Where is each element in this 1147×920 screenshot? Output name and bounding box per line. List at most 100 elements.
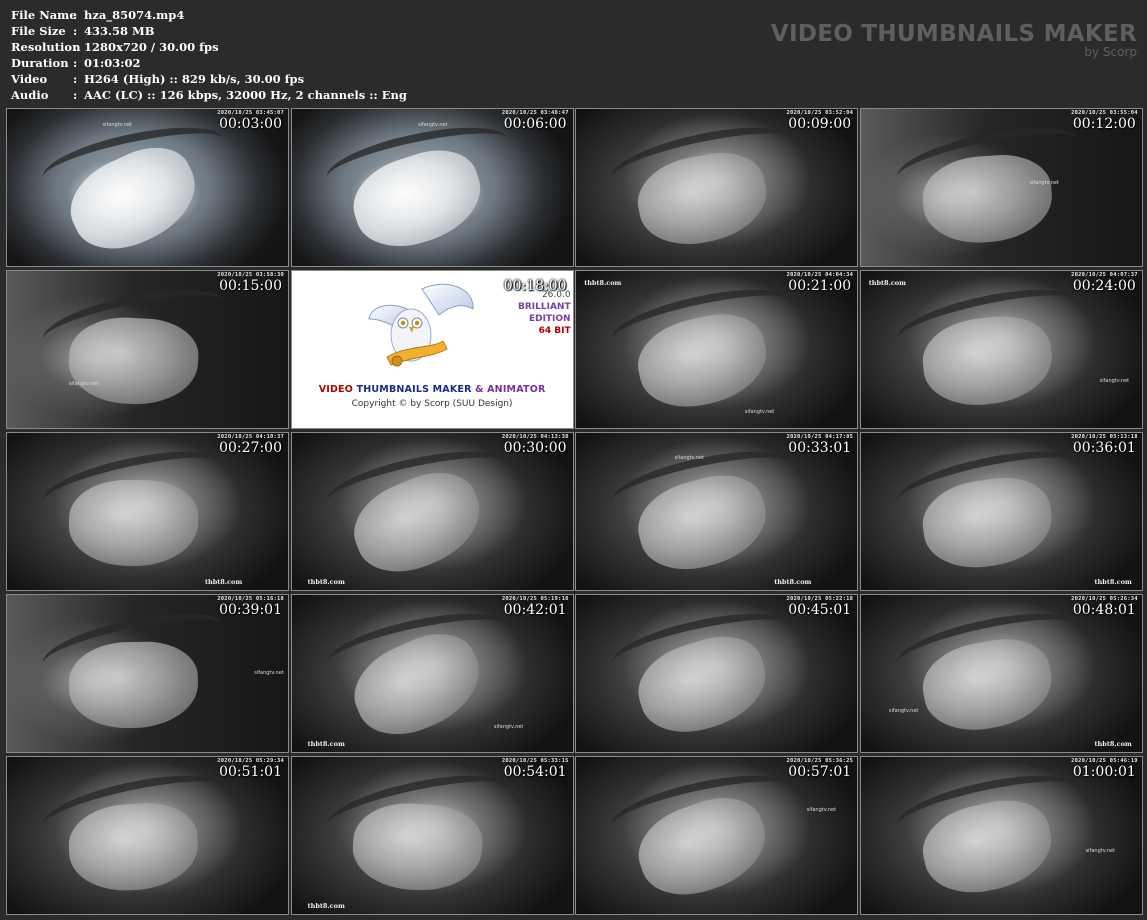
- frame-site-mark: thbt8.com: [307, 902, 345, 910]
- frame-image: [860, 757, 1142, 914]
- frame-watermark: sifangtv.net: [806, 807, 837, 814]
- bed-shape: [350, 799, 486, 895]
- frame-timecode: 00:21:00: [788, 278, 852, 294]
- thumbnail-12[interactable]: 2020/10/25 05:13:18 thbt8.com 00:36:01: [859, 432, 1143, 591]
- thumbnail-11[interactable]: 2020/10/25 04:17:05 sifangtv.net thbt8.c…: [575, 432, 859, 591]
- thumbnail-5[interactable]: 2020/10/25 03:58:30 sifangtv.net 00:15:0…: [6, 270, 289, 429]
- frame-timecode: 00:42:01: [503, 602, 567, 618]
- frame-watermark: sifangtv.net: [674, 454, 705, 461]
- frame-site-mark: thbt8.com: [774, 578, 812, 586]
- promo-app-word-1: VIDEO: [318, 384, 354, 395]
- info-label: Audio: [11, 88, 49, 102]
- thumbnail-2[interactable]: 2020/10/25 03:48:47 sifangtv.net 00:06:0…: [290, 108, 574, 267]
- frame-timecode: 00:06:00: [503, 116, 567, 132]
- info-colon: :: [73, 40, 78, 54]
- thumbnail-3[interactable]: 2020/10/25 03:52:04 00:09:00: [575, 108, 859, 267]
- frame-image: [7, 433, 288, 590]
- frame-timecode: 00:33:01: [788, 440, 852, 456]
- frame-image: [576, 757, 858, 914]
- promo-version-block: 26.0.0 BRILLIANT EDITION 64 BIT: [518, 289, 571, 337]
- info-row-filename: File Name : hza_85074.mp4: [11, 7, 407, 23]
- frame-site-mark: thbt8.com: [1094, 578, 1132, 586]
- frame-site-mark: thbt8.com: [584, 279, 622, 287]
- frame-image: [7, 757, 288, 914]
- frame-watermark: sifangtv.net: [744, 409, 775, 416]
- frame-watermark: sifangtv.net: [493, 723, 524, 730]
- sheet-header: File Name : hza_85074.mp4 File Size : 43…: [0, 0, 1147, 108]
- bed-shape: [66, 800, 201, 894]
- frame-image: [7, 271, 288, 428]
- info-row-resolution: Resolution : 1280x720 / 30.00 fps: [11, 39, 407, 55]
- info-colon: :: [73, 88, 78, 102]
- file-info: File Name : hza_85074.mp4 File Size : 43…: [11, 7, 407, 103]
- frame-site-mark: thbt8.com: [868, 279, 907, 287]
- frame-timecode: 00:27:00: [219, 440, 282, 456]
- thumbnail-1[interactable]: 2020/10/25 03:45:07 sifangtv.net 00:03:0…: [6, 108, 289, 267]
- thumbnail-17[interactable]: 2020/10/25 05:29:34 00:51:01: [6, 756, 289, 915]
- promo-edition-1: BRILLIANT: [518, 302, 571, 312]
- thumbnail-10[interactable]: 2020/10/25 04:13:38 thbt8.com 00:30:00: [290, 432, 574, 591]
- info-row-video: Video : H264 (High) :: 829 kb/s, 30.00 f…: [11, 71, 407, 87]
- frame-timecode: 00:24:00: [1072, 278, 1136, 294]
- frame-timecode: 00:15:00: [219, 278, 282, 294]
- brand-title: VIDEO THUMBNAILS MAKER: [770, 21, 1137, 47]
- frame-watermark: sifangtv.net: [1029, 179, 1059, 186]
- promo-thumbnail[interactable]: 26.0.0 BRILLIANT EDITION 64 BIT VIDEO TH…: [290, 270, 574, 429]
- frame-timecode: 00:39:01: [219, 602, 282, 618]
- frame-site-mark: thbt8.com: [1094, 740, 1132, 748]
- frame-watermark: sifangtv.net: [1085, 848, 1116, 855]
- frame-site-mark: thbt8.com: [307, 578, 345, 586]
- thumbnail-20[interactable]: 2020/10/25 05:46:19 sifangtv.net 01:00:0…: [859, 756, 1143, 915]
- promo-app-word-2: THUMBNAILS MAKER: [356, 384, 472, 395]
- frame-watermark: sifangtv.net: [254, 670, 284, 677]
- thumbnail-9[interactable]: 2020/10/25 04:10:37 thbt8.com 00:27:00: [6, 432, 289, 591]
- thumbnail-8[interactable]: 2020/10/25 04:07:37 sifangtv.net thbt8.c…: [859, 270, 1143, 429]
- frame-timecode: 00:30:00: [503, 440, 567, 456]
- frame-site-mark: thbt8.com: [307, 740, 345, 748]
- promo-edition-2: EDITION: [528, 314, 571, 324]
- frame-watermark: sifangtv.net: [102, 121, 133, 128]
- frame-image: [860, 433, 1142, 590]
- info-value: AAC (LC) :: 126 kbps, 32000 Hz, 2 channe…: [84, 88, 407, 102]
- owl-logo-icon: [368, 283, 474, 367]
- frame-timecode: 00:03:00: [219, 116, 282, 132]
- frame-image: [291, 757, 573, 914]
- frame-timecode: 00:18:00: [503, 278, 567, 294]
- promo-bits: 64 BIT: [538, 326, 571, 336]
- info-value: 1280x720 / 30.00 fps: [84, 40, 219, 54]
- frame-site-mark: thbt8.com: [205, 578, 243, 586]
- frame-image: [576, 433, 858, 590]
- bed-shape: [68, 478, 199, 568]
- info-label: Video: [11, 72, 48, 86]
- thumbnail-16[interactable]: 2020/10/25 05:26:34 sifangtv.net thbt8.c…: [859, 594, 1143, 753]
- info-label: File Name: [11, 8, 77, 22]
- thumbnail-4[interactable]: 2020/10/25 03:55:04 sifangtv.net 00:12:0…: [859, 108, 1143, 267]
- thumbnail-19[interactable]: 2020/10/25 05:36:25 sifangtv.net 00:57:0…: [575, 756, 859, 915]
- frame-image: [576, 271, 858, 428]
- thumbnail-18[interactable]: 2020/10/25 05:33:15 thbt8.com 00:54:01: [290, 756, 574, 915]
- thumbnail-grid: 2020/10/25 03:45:07 sifangtv.net 00:03:0…: [6, 108, 1143, 915]
- info-value: 01:03:02: [84, 56, 141, 70]
- info-value: H264 (High) :: 829 kb/s, 30.00 fps: [84, 72, 305, 86]
- promo-app-name: VIDEO THUMBNAILS MAKER & ANIMATOR: [292, 384, 573, 395]
- frame-timecode: 01:00:01: [1072, 764, 1136, 780]
- bed-shape: [68, 640, 199, 730]
- thumbnail-14[interactable]: 2020/10/25 05:19:18 sifangtv.net thbt8.c…: [290, 594, 574, 753]
- info-value: 433.58 MB: [84, 24, 155, 38]
- thumbnail-13[interactable]: 2020/10/25 05:16:18 sifangtv.net 00:39:0…: [6, 594, 289, 753]
- info-colon: :: [73, 56, 78, 70]
- thumbnail-15[interactable]: 2020/10/25 05:22:18 00:45:01: [575, 594, 859, 753]
- info-row-audio: Audio : AAC (LC) :: 126 kbps, 32000 Hz, …: [11, 87, 407, 103]
- frame-image: [291, 595, 573, 752]
- frame-timecode: 00:57:01: [788, 764, 852, 780]
- frame-timecode: 00:09:00: [788, 116, 852, 132]
- info-label: Duration: [11, 56, 69, 70]
- info-colon: :: [73, 24, 78, 38]
- frame-image: [576, 595, 858, 752]
- frame-watermark: sifangtv.net: [418, 121, 448, 128]
- frame-image: [860, 109, 1142, 266]
- frame-image: [860, 595, 1142, 752]
- frame-image: [860, 271, 1142, 428]
- frame-timecode: 00:48:01: [1072, 602, 1136, 618]
- thumbnail-7[interactable]: 2020/10/25 04:04:34 sifangtv.net thbt8.c…: [575, 270, 859, 429]
